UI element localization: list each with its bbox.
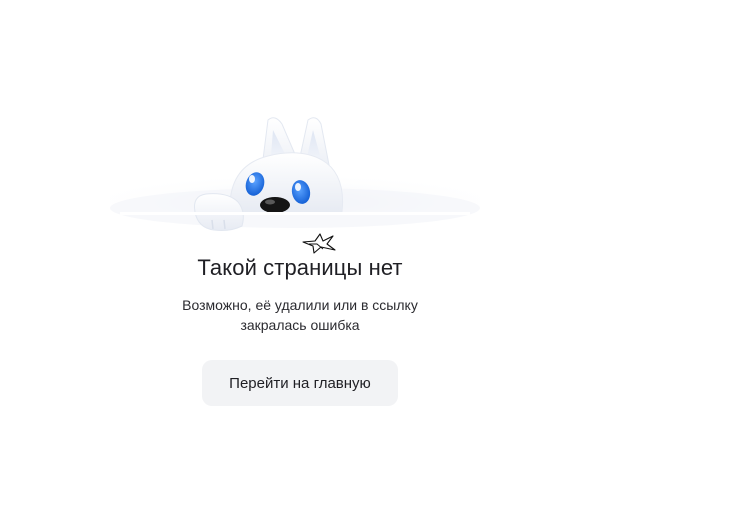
fox-mascot-illustration: [110, 117, 480, 231]
go-home-button[interactable]: Перейти на главную: [202, 360, 398, 406]
cursor-scribble-icon: [302, 233, 336, 254]
page-title: Такой страницы нет: [197, 255, 403, 280]
error-description-line-2: закралась ошибка: [240, 317, 360, 333]
error-page: Такой страницы нет Возможно, её удалили …: [0, 0, 732, 509]
error-description: Возможно, её удалили или в ссылку закрал…: [150, 295, 450, 335]
error-description-line-1: Возможно, её удалили или в ссылку: [182, 297, 418, 313]
